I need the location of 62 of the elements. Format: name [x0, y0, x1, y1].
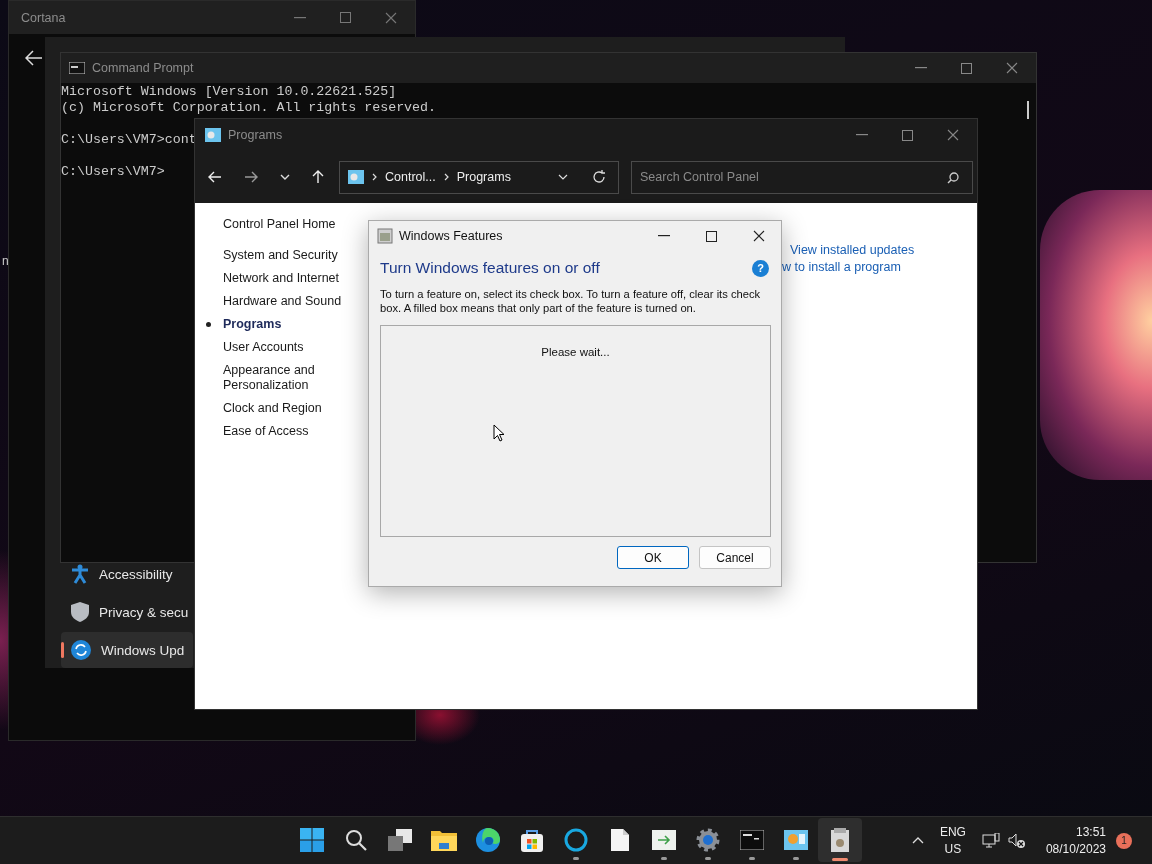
link[interactable]: View installed updates: [790, 243, 915, 257]
language-indicator[interactable]: ENG US: [939, 823, 966, 858]
control-panel-icon: [348, 170, 364, 184]
document-icon[interactable]: [611, 829, 629, 851]
box-icon[interactable]: [830, 828, 850, 852]
search-icon[interactable]: [345, 829, 367, 851]
taskbar-button[interactable]: [818, 818, 862, 862]
window-title: Programs: [228, 128, 283, 142]
chevron-up-icon[interactable]: [911, 837, 924, 844]
nav-item[interactable]: Windows Upd: [61, 632, 193, 668]
console-line: C:\Users\VM7>cont: [61, 132, 197, 148]
muted-speaker-icon[interactable]: [1007, 832, 1026, 849]
terminal-icon[interactable]: [740, 830, 764, 850]
gear-icon[interactable]: [696, 828, 720, 852]
address-bar[interactable]: Control... Programs: [339, 160, 619, 194]
search-field[interactable]: Search Control Panel: [631, 160, 973, 194]
forward-arrow-icon[interactable]: [244, 171, 258, 183]
back-arrow-icon[interactable]: [208, 171, 222, 183]
shopping-bag-icon[interactable]: [520, 828, 544, 852]
dialog-button[interactable]: OK: [617, 546, 689, 569]
console-line: Microsoft Windows [Version 10.0.22621.525]: [61, 84, 397, 100]
console-icon: [69, 62, 85, 74]
nav-item[interactable]: Accessibility: [61, 565, 193, 583]
up-arrow-icon[interactable]: [312, 170, 324, 184]
status-text: Please wait...: [541, 346, 610, 360]
dialog-button[interactable]: Cancel: [699, 546, 771, 569]
network-icon[interactable]: [981, 832, 1000, 849]
back-arrow-icon[interactable]: [25, 50, 43, 66]
window-title: Windows Features: [399, 229, 503, 243]
notification-badge[interactable]: 1: [1116, 832, 1132, 849]
clock[interactable]: 13:51 08/10/2023: [1045, 823, 1106, 858]
ring-icon[interactable]: [564, 828, 588, 852]
search-icon: [947, 171, 959, 184]
console-line: (c) Microsoft Corporation. All rights reserved.: [61, 100, 437, 116]
shield-icon: [71, 602, 89, 622]
chevron-down-icon[interactable]: [280, 174, 290, 180]
console-line: C:\Users\VM7>: [61, 164, 165, 180]
mouse-pointer-icon: [493, 424, 505, 442]
folder-icon[interactable]: [431, 829, 457, 851]
chevron-down-icon[interactable]: [558, 174, 568, 180]
chevron-right-icon: [372, 173, 377, 181]
nav-item[interactable]: Privacy & secu: [61, 603, 193, 621]
accessibility-icon: [71, 564, 89, 584]
box-icon: [377, 228, 393, 244]
maximize-icon[interactable]: [706, 230, 717, 242]
breadcrumb-item[interactable]: Control...: [385, 170, 436, 184]
breadcrumb-item[interactable]: Programs: [456, 170, 511, 184]
window-title: Cortana: [21, 10, 66, 25]
control-panel-icon: [205, 128, 221, 142]
edge-icon[interactable]: [476, 828, 500, 852]
refresh-icon[interactable]: [592, 170, 606, 184]
link[interactable]: w to install a program: [782, 260, 915, 274]
minimize-icon[interactable]: [658, 235, 670, 237]
window-text-fragment: n: [2, 254, 9, 268]
chevron-right-icon: [443, 173, 449, 181]
window-title: Command Prompt: [92, 61, 194, 75]
instruction-text: To turn a feature on, select its check box. To turn a feature off, clear its check box. A filled box means that only part of the feature is turned on.: [380, 287, 762, 315]
close-icon[interactable]: [753, 230, 765, 242]
sync-icon: [71, 640, 91, 660]
dialog-heading: Turn Windows features on or off: [380, 259, 600, 277]
stacked-windows-icon[interactable]: [388, 829, 412, 851]
help-button[interactable]: ?: [752, 259, 769, 277]
